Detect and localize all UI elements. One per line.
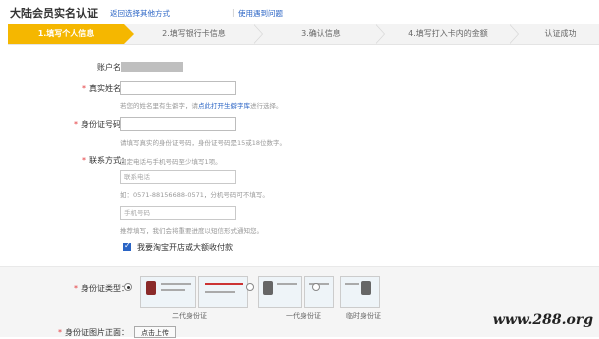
open-store-checkbox-label: 我要淘宝开店或大额收付款 <box>137 243 233 252</box>
page-header: 大陆会员实名认证 返回选择其他方式 | 使用遇到问题 <box>0 0 599 24</box>
back-to-other-methods-link[interactable]: 返回选择其他方式 <box>110 8 170 19</box>
open-store-checkbox[interactable] <box>123 241 131 251</box>
upload-button[interactable]: 点击上传 <box>134 326 176 338</box>
id-type-radio-first-gen[interactable] <box>246 283 254 291</box>
step-fill-bank-card: 2.填写银行卡信息 <box>162 29 226 38</box>
header-divider: | <box>232 8 235 17</box>
phone-hint: 如：0571-88156688-0571，分机号码可不填写。 <box>120 191 269 199</box>
help-link[interactable]: 使用遇到问题 <box>238 8 283 19</box>
first-gen-id-card-back-image <box>304 276 334 308</box>
rare-characters-link[interactable]: 点此打开生僻字库 <box>198 102 250 110</box>
id-type-caption: 临时身份证 <box>346 312 381 320</box>
id-number-input[interactable] <box>120 117 236 131</box>
page-title: 大陆会员实名认证 <box>10 7 98 20</box>
id-photo-front-label: * 身份证图片正面： <box>58 328 129 337</box>
id-number-hint: 请填写真实的身份证号码，身份证号码是15或18位数字。 <box>120 139 287 147</box>
step-separator <box>375 24 385 44</box>
first-gen-id-card-image <box>258 276 302 308</box>
step-separator <box>253 24 263 44</box>
mobile-hint: 推荐填写，我们会将重要进度以短信形式通知您。 <box>120 227 263 235</box>
progress-steps: 1.填写个人信息 2.填写银行卡信息 3.确认信息 4.填写打入卡内的金额 认证… <box>8 24 599 45</box>
temporary-id-card-image <box>340 276 380 308</box>
contact-hint: 固定电话与手机号码至少填写1项。 <box>120 158 222 166</box>
second-gen-id-card-image <box>140 276 196 308</box>
id-type-label: * 身份证类型： <box>74 284 129 293</box>
step-fill-amount: 4.填写打入卡内的金额 <box>408 29 488 38</box>
id-type-caption: 一代身份证 <box>286 312 321 320</box>
real-name-input[interactable] <box>120 81 236 95</box>
site-watermark: www.288.org <box>492 312 593 328</box>
mobile-input[interactable]: 手机号码 <box>120 206 236 220</box>
account-name-value-masked <box>121 62 183 72</box>
step-separator <box>509 24 519 44</box>
second-gen-id-card-back-image <box>198 276 248 308</box>
id-type-caption: 二代身份证 <box>172 312 207 320</box>
real-name-hint: 若您的姓名里有生僻字，请点此打开生僻字库进行选择。 <box>120 102 283 110</box>
step-fill-personal-info: 1.填写个人信息 <box>8 24 134 44</box>
step-verification-success: 认证成功 <box>544 29 577 38</box>
phone-input[interactable]: 联系电话 <box>120 170 236 184</box>
id-type-radio-temporary[interactable] <box>312 283 320 291</box>
step-confirm-info: 3.确认信息 <box>301 29 341 38</box>
id-type-radio-second-gen[interactable] <box>124 283 132 291</box>
